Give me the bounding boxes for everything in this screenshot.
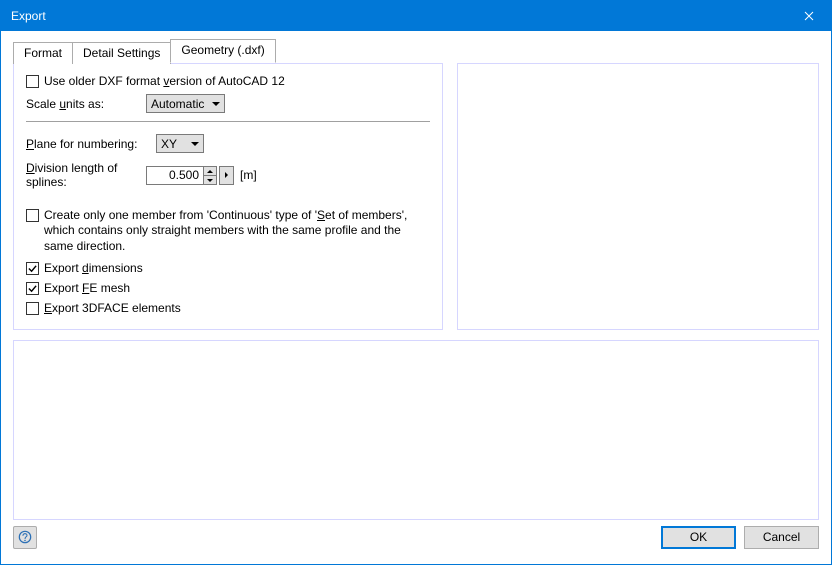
chevron-down-icon <box>207 179 213 182</box>
geometry-options-panel: Use older DXF format version of AutoCAD … <box>13 63 443 330</box>
chevron-right-icon <box>225 172 228 178</box>
export-dimensions-label[interactable]: Export dimensions <box>44 261 143 275</box>
help-icon <box>18 530 32 544</box>
tab-format[interactable]: Format <box>13 42 73 64</box>
ok-button[interactable]: OK <box>661 526 736 549</box>
division-length-label: Division length ofsplines: <box>26 161 146 190</box>
tab-detail-settings[interactable]: Detail Settings <box>72 42 171 64</box>
titlebar: Export <box>1 1 831 31</box>
division-length-input[interactable] <box>146 166 204 185</box>
plane-numbering-select[interactable]: XY <box>156 134 204 153</box>
window-title: Export <box>11 9 46 23</box>
chevron-up-icon <box>207 170 213 173</box>
export-fe-mesh-label[interactable]: Export FE mesh <box>44 281 130 295</box>
export-3dface-label[interactable]: Export 3DFACE elements <box>44 301 181 315</box>
older-dxf-label[interactable]: Use older DXF format version of AutoCAD … <box>44 74 285 88</box>
tab-geometry-dxf[interactable]: Geometry (.dxf) <box>170 39 275 63</box>
continuous-member-label[interactable]: Create only one member from 'Continuous'… <box>44 208 430 255</box>
division-length-spinner <box>146 166 234 185</box>
older-dxf-checkbox[interactable] <box>26 75 39 88</box>
division-length-extra-button[interactable] <box>219 166 234 185</box>
tabs: Format Detail Settings Geometry (.dxf) <box>13 39 819 63</box>
close-icon <box>804 11 814 21</box>
scale-units-select[interactable]: Automatic <box>146 94 225 113</box>
spinner-down-button[interactable] <box>203 175 217 185</box>
bottom-panel <box>13 340 819 520</box>
preview-panel <box>457 63 819 330</box>
help-button[interactable] <box>13 526 37 549</box>
cancel-button[interactable]: Cancel <box>744 526 819 549</box>
export-dialog: Export Format Detail Settings Geometry (… <box>0 0 832 565</box>
footer: OK Cancel <box>13 520 819 554</box>
spinner-up-button[interactable] <box>203 166 217 176</box>
divider <box>26 121 430 122</box>
scale-units-label: Scale units as: <box>26 97 146 111</box>
export-3dface-checkbox[interactable] <box>26 302 39 315</box>
content-area: Format Detail Settings Geometry (.dxf) U… <box>1 31 831 564</box>
chevron-down-icon <box>212 102 220 106</box>
export-dimensions-checkbox[interactable] <box>26 262 39 275</box>
close-button[interactable] <box>786 1 831 31</box>
export-fe-mesh-checkbox[interactable] <box>26 282 39 295</box>
continuous-member-checkbox[interactable] <box>26 209 39 222</box>
plane-numbering-label: Plane for numbering: <box>26 137 156 151</box>
division-length-unit: [m] <box>240 168 257 182</box>
panels-row: Use older DXF format version of AutoCAD … <box>13 63 819 330</box>
chevron-down-icon <box>191 142 199 146</box>
